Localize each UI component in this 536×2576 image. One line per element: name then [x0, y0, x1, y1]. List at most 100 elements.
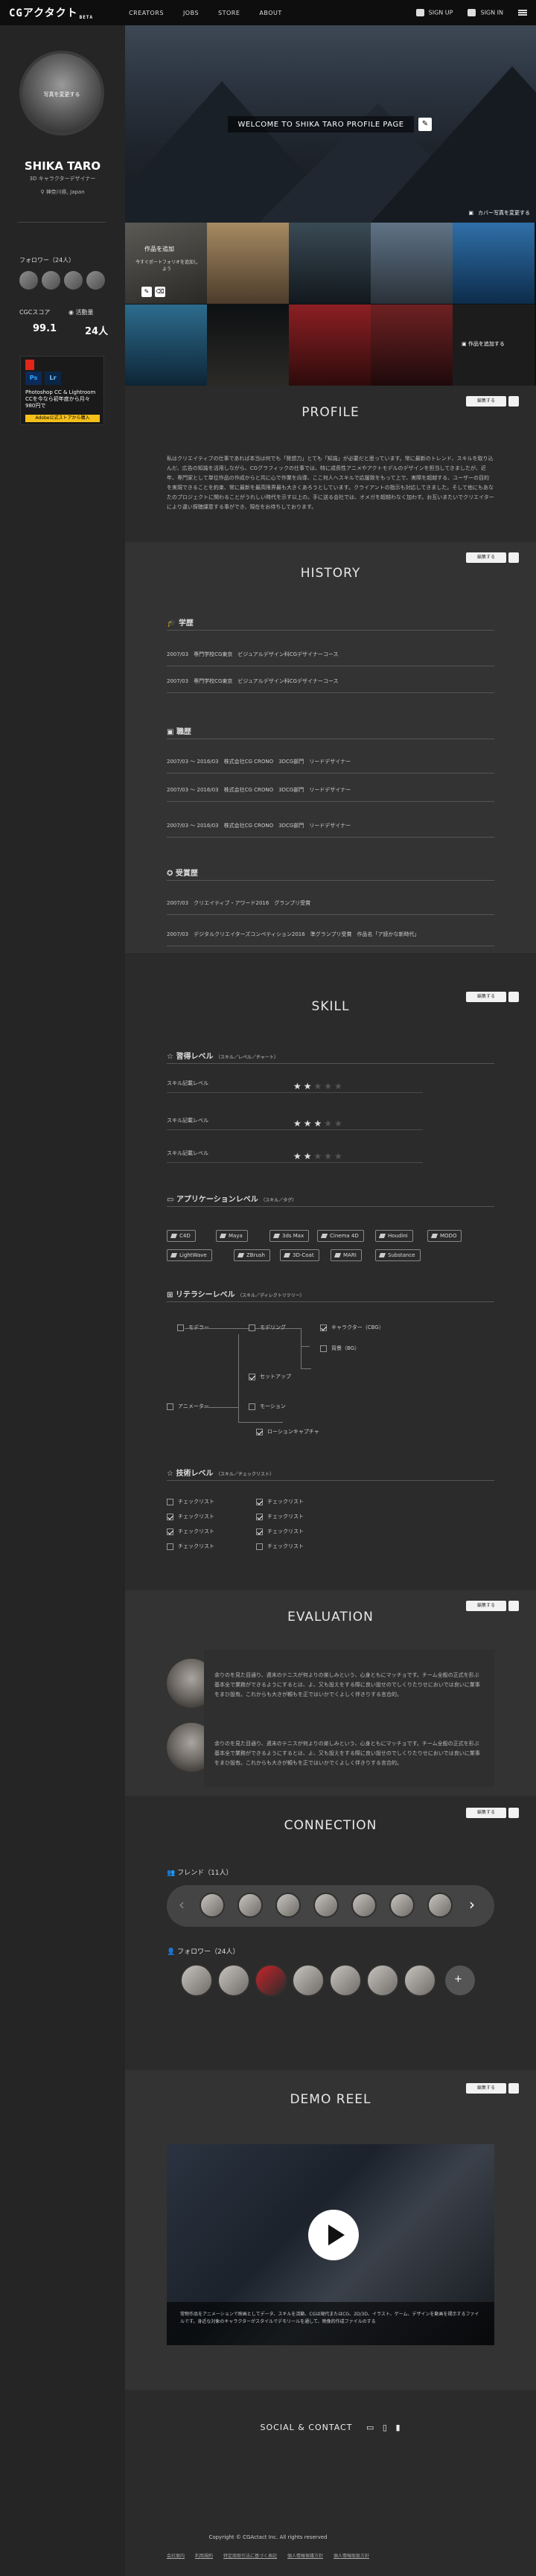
follower-avatar[interactable]	[42, 271, 60, 290]
friend-avatar[interactable]	[237, 1893, 263, 1918]
edit-button[interactable]: 編集する	[466, 992, 506, 1002]
edit-button[interactable]: 編集する	[466, 396, 506, 407]
sign-in-button[interactable]: SIGN IN	[468, 9, 503, 16]
edit-pencil-icon[interactable]: ✎	[141, 287, 152, 297]
app-tag[interactable]: MODO	[427, 1230, 462, 1242]
follower-avatar[interactable]	[403, 1964, 436, 1997]
gallery-item[interactable]	[453, 223, 535, 304]
gallery-item[interactable]	[289, 305, 371, 386]
friend-avatar[interactable]	[200, 1893, 225, 1918]
settings-icon[interactable]	[508, 1601, 519, 1611]
tablet-icon[interactable]: ▯	[383, 2423, 388, 2432]
checklist-item[interactable]: チェックリスト	[256, 1528, 304, 1535]
checklist-item[interactable]: チェックリスト	[167, 1498, 214, 1505]
edit-pencil-icon[interactable]: ✎	[418, 118, 432, 131]
gallery-item[interactable]	[371, 305, 453, 386]
edit-button[interactable]: 編集する	[466, 552, 506, 563]
edit-controls: 編集する	[466, 2083, 519, 2094]
literacy-node[interactable]: セットアップ	[249, 1373, 291, 1380]
settings-icon[interactable]	[508, 552, 519, 563]
follower-avatar[interactable]	[366, 1964, 399, 1997]
follower-avatar[interactable]	[217, 1964, 250, 1997]
friend-avatar[interactable]	[351, 1893, 377, 1918]
change-cover-button[interactable]: ▣ カバー写真を変更する	[468, 209, 530, 217]
app-tag[interactable]: Substance	[375, 1249, 421, 1261]
checklist-item[interactable]: チェックリスト	[167, 1528, 214, 1535]
nav-creators[interactable]: CREATORS	[129, 10, 164, 16]
app-tag[interactable]: C4D	[167, 1230, 196, 1242]
nav-about[interactable]: ABOUT	[259, 10, 281, 16]
literacy-node[interactable]: モデリング	[249, 1324, 286, 1331]
delete-icon[interactable]: ⌫	[155, 287, 165, 297]
literacy-node[interactable]: 背景（BG）	[320, 1345, 360, 1352]
follower-avatar[interactable]	[64, 271, 83, 290]
follower-avatar[interactable]	[255, 1964, 287, 1997]
app-tag[interactable]: Maya	[216, 1230, 248, 1242]
friend-avatar[interactable]	[275, 1893, 301, 1918]
checklist-item[interactable]: チェックリスト	[256, 1543, 304, 1550]
checklist-item[interactable]: チェックリスト	[167, 1543, 214, 1550]
mobile-icon[interactable]: ▮	[395, 2423, 401, 2432]
edit-button[interactable]: 編集する	[466, 1601, 506, 1611]
settings-icon[interactable]	[508, 992, 519, 1002]
footer-link[interactable]: 利用規約	[195, 2552, 213, 2559]
follower-avatar[interactable]	[19, 271, 38, 290]
menu-icon[interactable]	[518, 10, 527, 16]
app-tag[interactable]: Houdini	[375, 1230, 413, 1242]
app-tag[interactable]: LightWave	[167, 1249, 212, 1261]
checklist-item[interactable]: チェックリスト	[256, 1498, 304, 1505]
friend-avatar[interactable]	[427, 1893, 453, 1918]
demo-video-player[interactable]: 常物作品をアニメーションで映画としてデータ、スキルを活動、CGは現代またはCG、…	[167, 2144, 494, 2345]
settings-icon[interactable]	[508, 396, 519, 407]
edit-button[interactable]: 編集する	[466, 1808, 506, 1818]
footer-link[interactable]: 個人情報取扱方針	[334, 2552, 369, 2559]
settings-icon[interactable]	[508, 2083, 519, 2094]
nav-jobs[interactable]: JOBS	[183, 10, 199, 16]
friend-avatar[interactable]	[313, 1893, 339, 1918]
follower-avatar[interactable]	[292, 1964, 325, 1997]
site-logo[interactable]: CGアクタクト BETA	[9, 5, 93, 20]
play-button-icon[interactable]	[308, 2210, 359, 2260]
avatar[interactable]: 写真を変更する	[19, 51, 104, 136]
footer-link[interactable]: 個人情報保護方針	[287, 2552, 323, 2559]
checklist-item[interactable]: チェックリスト	[256, 1513, 304, 1520]
literacy-node[interactable]: アニメーター	[167, 1403, 209, 1410]
follower-avatar[interactable]	[180, 1964, 213, 1997]
gallery-add-slot[interactable]: ▣ 作品を追加する	[453, 305, 535, 386]
gallery-item-add[interactable]: 作品を追加 今すぐポートフォリオを追加しよう ✎ ⌫	[125, 223, 207, 304]
gallery-item[interactable]	[207, 305, 289, 386]
ad-cta-button[interactable]: Adobe公式ストアから購入	[25, 415, 100, 422]
nav-store[interactable]: STORE	[218, 10, 240, 16]
literacy-node[interactable]: モーション	[249, 1403, 286, 1410]
gallery-item[interactable]	[289, 223, 371, 304]
literacy-node[interactable]: キャラクター（CBG）	[320, 1324, 384, 1331]
app-tag[interactable]: ZBrush	[234, 1249, 270, 1261]
sign-up-button[interactable]: SIGN UP	[415, 9, 453, 16]
literacy-node[interactable]: ローションキャプチャ	[256, 1428, 319, 1435]
follower-avatar[interactable]	[329, 1964, 362, 1997]
followers-heading: 👤 フォロワー（24人）	[167, 1948, 240, 1956]
follower-avatar[interactable]	[86, 271, 105, 290]
app-tag[interactable]: MARI	[331, 1249, 362, 1261]
settings-icon[interactable]	[508, 1808, 519, 1818]
literacy-node[interactable]: モデラー	[177, 1324, 209, 1331]
gallery-item[interactable]	[125, 305, 207, 386]
add-user-icon: +	[454, 1974, 462, 1985]
edit-button[interactable]: 編集する	[466, 2083, 506, 2094]
carousel-prev-icon[interactable]: ‹	[179, 1896, 185, 1913]
desktop-icon[interactable]: ▭	[366, 2423, 374, 2432]
adobe-ad-banner[interactable]: Ps Lr Photoshop CC & Lightroom CCを今なら初年度…	[20, 356, 104, 425]
gallery-item[interactable]	[207, 223, 289, 304]
carousel-next-icon[interactable]: ›	[469, 1896, 475, 1913]
footer-link[interactable]: 会社案内	[167, 2552, 185, 2559]
app-tag[interactable]: Cinema 4D	[317, 1230, 364, 1242]
add-follower-button[interactable]: +	[445, 1966, 475, 1995]
app-tag[interactable]: 3ds Max	[269, 1230, 310, 1242]
gallery-item[interactable]	[371, 223, 453, 304]
app-tag[interactable]: 3D-Coat	[280, 1249, 319, 1261]
checklist-item[interactable]: チェックリスト	[167, 1513, 214, 1520]
lightroom-icon: Lr	[45, 372, 61, 385]
friend-avatar[interactable]	[389, 1893, 415, 1918]
skill-section: SKILL 編集する ☆ 習得レベル （スキル／レベル／チャート） スキル記載レ…	[125, 984, 536, 1587]
footer-link[interactable]: 特定商取引法に基づく表記	[223, 2552, 277, 2559]
